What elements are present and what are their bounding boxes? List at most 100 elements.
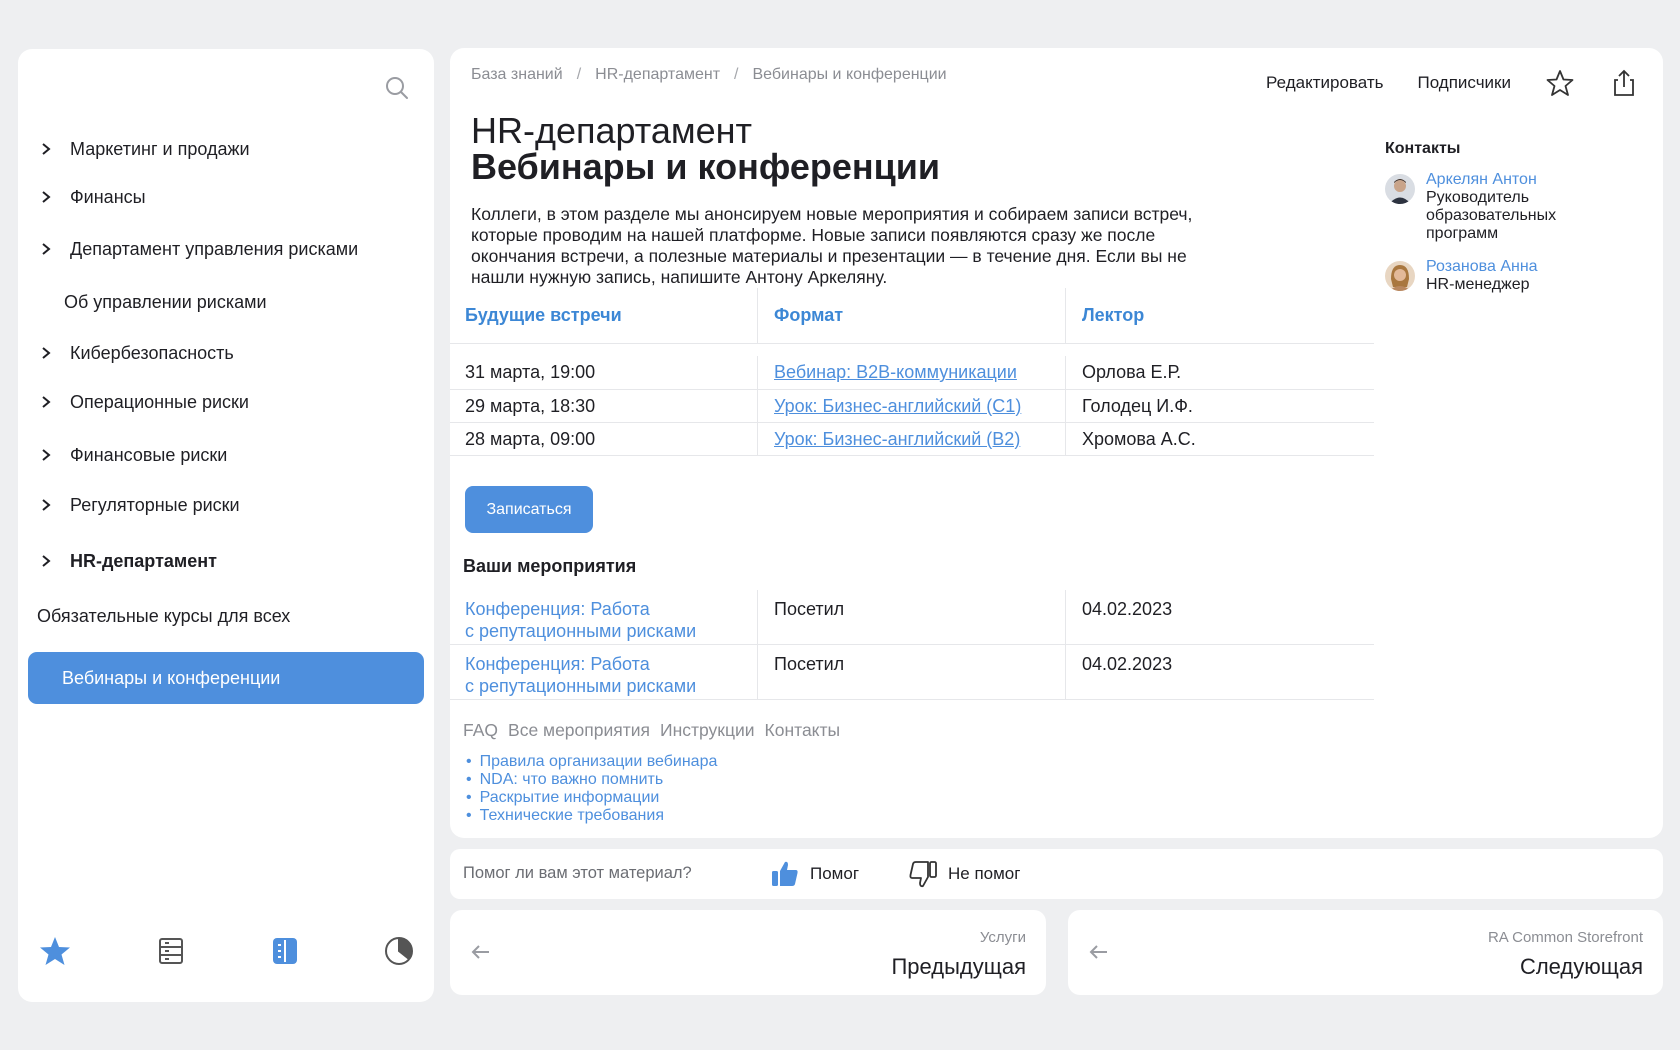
catalog-icon[interactable] xyxy=(154,934,188,968)
chevron-right-icon xyxy=(36,239,56,259)
sidebar-item-label: Финансы xyxy=(70,186,146,207)
arrow-left-icon[interactable] xyxy=(1088,941,1110,963)
sidebar-item-marketing[interactable]: Маркетинг и продажи xyxy=(36,135,250,163)
sidebar-item-financial-risks[interactable]: Финансовые риски xyxy=(36,441,227,469)
tab-faq[interactable]: FAQ xyxy=(463,720,498,741)
resource-link[interactable]: Технические требования xyxy=(466,807,717,825)
resource-link[interactable]: NDA: что важно помнить xyxy=(466,771,717,789)
breadcrumb-item[interactable]: HR-департамент xyxy=(595,66,720,84)
sidebar-item-label: Об управлении рисками xyxy=(64,291,267,312)
chevron-right-icon xyxy=(36,187,56,207)
my-events-title: Ваши мероприятия xyxy=(463,556,637,576)
meeting-date: 28 марта, 09:00 xyxy=(465,428,596,449)
chevron-right-icon xyxy=(36,139,56,159)
helpful-label: Помог xyxy=(810,864,860,883)
meeting-lecturer: Орлова Е.Р. xyxy=(1065,356,1374,389)
contact-name-link[interactable]: Аркелян Антон xyxy=(1426,170,1556,189)
sidebar-item-label: Кибербезопасность xyxy=(70,342,234,363)
sidebar-bottom-toolbar xyxy=(18,934,434,974)
breadcrumb-item[interactable]: Вебинары и конференции xyxy=(752,66,946,84)
chart-icon[interactable] xyxy=(382,934,416,968)
meeting-format-link[interactable]: Вебинар: B2B-коммуникации xyxy=(774,362,1017,383)
edit-button[interactable]: Редактировать xyxy=(1266,73,1383,93)
event-name-link[interactable]: Конференция: Работа с репутационными рис… xyxy=(465,590,755,644)
previous-page-card[interactable]: Услуги Предыдущая xyxy=(450,910,1046,995)
star-icon[interactable] xyxy=(38,934,72,968)
sidebar-item-label: Департамент управления рисками xyxy=(70,238,359,259)
column-header: Будущие встречи xyxy=(465,305,622,325)
tab-all-events[interactable]: Все мероприятия xyxy=(508,720,650,741)
sidebar-item-risk-department[interactable]: Департамент управления рисками xyxy=(36,235,358,263)
event-date: 04.02.2023 xyxy=(1065,645,1374,699)
column-header: Формат xyxy=(757,288,1055,343)
tab-contacts[interactable]: Контакты xyxy=(765,720,841,741)
event-name-line: с репутационными рисками xyxy=(465,621,697,641)
sidebar-item-label: Вебинары и конференции xyxy=(62,667,281,688)
arrow-left-icon[interactable] xyxy=(470,941,492,963)
sidebar-item-regulatory-risks[interactable]: Регуляторные риски xyxy=(36,491,240,519)
page-title: Вебинары и конференции xyxy=(471,146,941,187)
breadcrumb-separator: / xyxy=(576,66,582,83)
contacts-panel: Контакты Аркелян Антон Руководитель обра… xyxy=(1385,140,1645,308)
not-helpful-button[interactable]: Не помог xyxy=(908,857,1020,891)
sidebar-item-label: HR-департамент xyxy=(70,550,217,571)
meeting-lecturer: Хромова А.С. xyxy=(1065,423,1374,455)
sidebar-item-about-risk[interactable]: Об управлении рисками xyxy=(64,288,267,316)
contact-card: Аркелян Антон Руководитель образовательн… xyxy=(1385,170,1645,243)
not-helpful-label: Не помог xyxy=(948,864,1021,883)
chevron-right-icon xyxy=(36,392,56,412)
thumbs-up-icon xyxy=(772,861,798,886)
sidebar-item-mandatory-courses[interactable]: Обязательные курсы для всех xyxy=(37,602,290,630)
feedback-question: Помог ли вам этот материал? xyxy=(463,864,692,882)
avatar xyxy=(1385,174,1415,204)
favorite-star-icon[interactable] xyxy=(1545,68,1575,98)
event-name-line: Конференция: Работа xyxy=(465,654,650,674)
meeting-lecturer: Голодец И.Ф. xyxy=(1065,390,1374,422)
table-row: 28 марта, 09:00 Урок: Бизнес-английский … xyxy=(450,423,1374,456)
intro-text: Коллеги, в этом разделе мы анонсируем но… xyxy=(471,204,1193,287)
thumbs-down-icon xyxy=(909,861,937,888)
previous-page-label[interactable]: Предыдущая xyxy=(891,954,1026,980)
table-header: Будущие встречи Формат Лектор xyxy=(450,288,1374,344)
sidebar-item-hr[interactable]: HR-департамент xyxy=(36,547,217,575)
breadcrumb-item[interactable]: База знаний xyxy=(471,66,563,84)
contact-name-link[interactable]: Розанова Анна xyxy=(1426,257,1538,276)
sidebar-item-operational-risks[interactable]: Операционные риски xyxy=(36,388,249,416)
meeting-format-link[interactable]: Урок: Бизнес-английский (B2) xyxy=(774,429,1020,450)
table-row: 31 марта, 19:00 Вебинар: B2B-коммуникаци… xyxy=(450,356,1374,390)
contact-card: Розанова Анна HR-менеджер xyxy=(1385,257,1645,294)
resource-link[interactable]: Правила организации вебинара xyxy=(466,753,718,771)
chevron-right-icon xyxy=(36,495,56,515)
footer-tabs: FAQ Все мероприятия Инструкции Контакты xyxy=(463,720,840,741)
next-page-card[interactable]: RA Common Storefront Следующая xyxy=(1068,910,1663,995)
sidebar-item-webinars-active[interactable]: Вебинары и конференции xyxy=(28,652,424,704)
contact-role: образовательных xyxy=(1426,207,1557,224)
contact-role: Руководитель xyxy=(1426,189,1530,206)
sidebar: Маркетинг и продажи Финансы Департамент … xyxy=(18,49,434,1002)
sidebar-item-label: Обязательные курсы для всех xyxy=(37,605,291,626)
sidebar-item-label: Маркетинг и продажи xyxy=(70,138,250,159)
resource-link[interactable]: Раскрытие информации xyxy=(466,789,717,807)
signup-button[interactable]: Записаться xyxy=(465,486,593,533)
previous-page-title: Услуги xyxy=(979,929,1026,946)
contacts-title: Контакты xyxy=(1385,140,1461,157)
top-actions: Редактировать Подписчики xyxy=(1266,68,1639,98)
event-name-line: с репутационными рисками xyxy=(465,676,697,696)
next-page-label[interactable]: Следующая xyxy=(1520,954,1643,980)
tab-instructions[interactable]: Инструкции xyxy=(660,720,755,741)
meeting-format-link[interactable]: Урок: Бизнес-английский (C1) xyxy=(774,396,1021,417)
book-icon[interactable] xyxy=(268,934,302,968)
event-name-link[interactable]: Конференция: Работа с репутационными рис… xyxy=(465,645,755,699)
helpful-button[interactable]: Помог xyxy=(770,857,859,891)
column-header: Лектор xyxy=(1065,288,1374,343)
subscribers-button[interactable]: Подписчики xyxy=(1417,73,1511,93)
chevron-right-icon xyxy=(36,343,56,363)
sidebar-item-cybersecurity[interactable]: Кибербезопасность xyxy=(36,339,234,367)
chevron-right-icon xyxy=(36,445,56,465)
sidebar-item-finance[interactable]: Финансы xyxy=(36,183,146,211)
meeting-date: 29 марта, 18:30 xyxy=(465,395,596,416)
search-icon[interactable] xyxy=(384,75,410,101)
resource-list: Правила организации вебинара NDA: что ва… xyxy=(466,753,718,825)
contact-role: программ xyxy=(1426,225,1499,242)
share-icon[interactable] xyxy=(1609,68,1639,98)
